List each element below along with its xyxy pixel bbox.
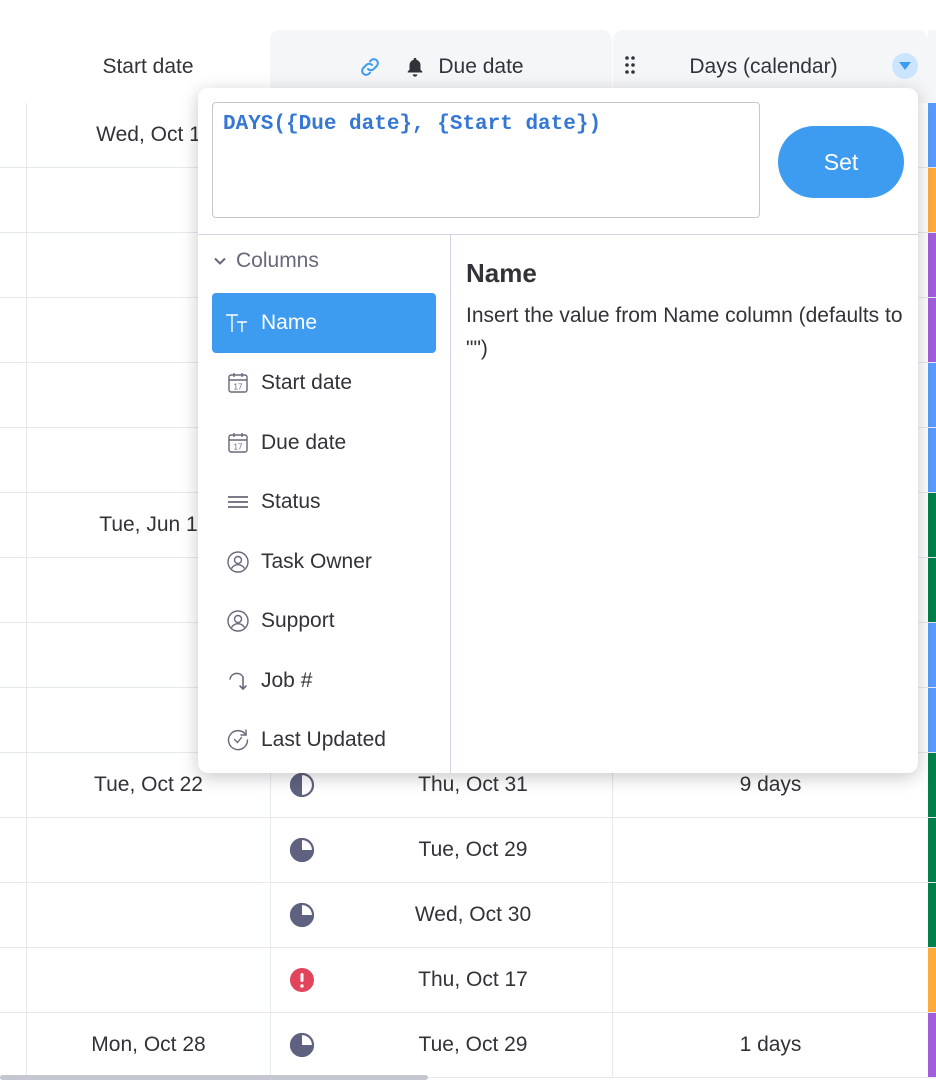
column-item-label: Start date xyxy=(261,371,353,394)
start-date-cell[interactable]: Mon, Oct 28 xyxy=(26,1013,271,1077)
start-date-cell[interactable] xyxy=(26,883,271,947)
column-item-name[interactable]: Name xyxy=(212,293,436,353)
column-item-label: Job # xyxy=(261,669,313,692)
svg-text:17: 17 xyxy=(234,443,243,452)
formula-editor-popup: DAYS({Due date}, {Start date}) Set Colum… xyxy=(198,88,918,773)
days-cell[interactable] xyxy=(613,883,928,947)
table-row[interactable]: Mon, Oct 28 Tue, Oct 29 1 days xyxy=(0,1013,936,1078)
column-item-start-date[interactable]: 17 Start date xyxy=(212,353,436,413)
table-row[interactable]: Wed, Oct 30 xyxy=(0,883,936,948)
progress-icon xyxy=(289,837,315,863)
bell-icon[interactable] xyxy=(404,56,426,78)
group-color-strip xyxy=(928,298,936,362)
column-item-label: Task Owner xyxy=(261,550,372,573)
group-color-strip xyxy=(928,558,936,622)
status-cell[interactable] xyxy=(270,1013,334,1077)
due-date-value: Thu, Oct 17 xyxy=(418,968,528,991)
svg-text:17: 17 xyxy=(234,383,243,392)
header-strip xyxy=(928,30,936,103)
link-icon[interactable] xyxy=(358,55,382,79)
autonumber-icon xyxy=(224,667,252,695)
table-row[interactable]: Tue, Oct 29 xyxy=(0,818,936,883)
group-color-strip xyxy=(928,493,936,557)
column-header-label: Due date xyxy=(438,54,524,78)
person-icon xyxy=(224,607,252,635)
due-date-cell[interactable]: Wed, Oct 30 xyxy=(334,883,613,947)
progress-icon xyxy=(289,902,315,928)
column-item-status[interactable]: Status xyxy=(212,472,436,532)
column-item-due-date[interactable]: 17 Due date xyxy=(212,413,436,473)
group-color-strip xyxy=(928,168,936,232)
person-icon xyxy=(224,548,252,576)
group-color-strip xyxy=(928,753,936,817)
status-cell[interactable] xyxy=(270,948,334,1012)
table-row[interactable]: Thu, Oct 17 xyxy=(0,948,936,1013)
divider xyxy=(198,234,918,235)
group-color-strip xyxy=(928,233,936,297)
status-lines-icon xyxy=(224,488,252,516)
group-color-strip xyxy=(928,363,936,427)
start-date-value: Mon, Oct 28 xyxy=(91,1033,206,1056)
due-date-cell[interactable]: Thu, Oct 17 xyxy=(334,948,613,1012)
section-label: Columns xyxy=(236,249,319,272)
column-item-label: Name xyxy=(261,311,318,334)
text-type-icon xyxy=(224,309,252,337)
status-cell[interactable] xyxy=(270,883,334,947)
days-cell[interactable]: 1 days xyxy=(613,1013,928,1077)
half-progress-icon xyxy=(289,772,315,798)
group-color-strip xyxy=(928,883,936,947)
group-color-strip xyxy=(928,623,936,687)
column-item-label: Status xyxy=(261,490,321,513)
drag-handle-icon[interactable] xyxy=(623,54,637,80)
start-date-value: Wed, Oct 1 xyxy=(96,123,201,146)
due-date-cell[interactable]: Tue, Oct 29 xyxy=(334,1013,613,1077)
set-button[interactable]: Set xyxy=(778,126,904,198)
due-date-value: Tue, Oct 29 xyxy=(418,1033,528,1056)
horizontal-scrollbar[interactable] xyxy=(0,1075,428,1080)
due-date-value: Wed, Oct 30 xyxy=(414,903,532,926)
days-value: 9 days xyxy=(739,773,802,796)
calendar-icon: 17 xyxy=(224,369,252,397)
column-description: Name Insert the value from Name column (… xyxy=(466,258,906,365)
column-item-support[interactable]: Support xyxy=(212,591,436,651)
days-value: 1 days xyxy=(739,1033,802,1056)
description-text: Insert the value from Name column (defau… xyxy=(466,304,903,360)
due-date-value: Tue, Oct 29 xyxy=(418,838,528,861)
days-cell[interactable] xyxy=(613,818,928,882)
column-header-label: Start date xyxy=(102,54,194,78)
due-date-value: Thu, Oct 31 xyxy=(418,773,528,796)
columns-section-toggle[interactable]: Columns xyxy=(212,245,319,277)
group-color-strip xyxy=(928,428,936,492)
group-color-strip xyxy=(928,948,936,1012)
days-cell[interactable] xyxy=(613,948,928,1012)
column-item-last-updated[interactable]: Last Updated xyxy=(212,710,436,770)
column-item-job-number[interactable]: Job # xyxy=(212,651,436,711)
caret-down-icon xyxy=(899,62,911,70)
last-updated-icon xyxy=(224,726,252,754)
progress-icon xyxy=(289,1032,315,1058)
group-color-strip xyxy=(928,1013,936,1077)
start-date-cell[interactable] xyxy=(26,818,271,882)
calendar-icon: 17 xyxy=(224,429,252,457)
column-item-label: Due date xyxy=(261,431,347,454)
column-menu-button[interactable] xyxy=(892,53,918,79)
status-cell[interactable] xyxy=(270,818,334,882)
formula-input[interactable]: DAYS({Due date}, {Start date}) xyxy=(212,102,760,218)
chevron-down-icon xyxy=(212,253,228,269)
column-header-label: Days (calendar) xyxy=(689,54,838,78)
group-color-strip xyxy=(928,688,936,752)
group-color-strip xyxy=(928,103,936,167)
start-date-value: Tue, Jun 1 xyxy=(99,513,198,536)
alert-icon xyxy=(290,968,314,992)
group-color-strip xyxy=(928,818,936,882)
description-title: Name xyxy=(466,258,537,288)
start-date-value: Tue, Oct 22 xyxy=(94,773,203,796)
start-date-cell[interactable] xyxy=(26,948,271,1012)
column-item-task-owner[interactable]: Task Owner xyxy=(212,532,436,592)
column-item-label: Last Updated xyxy=(261,728,386,751)
divider xyxy=(450,235,451,773)
due-date-cell[interactable]: Tue, Oct 29 xyxy=(334,818,613,882)
column-item-label: Support xyxy=(261,609,335,632)
